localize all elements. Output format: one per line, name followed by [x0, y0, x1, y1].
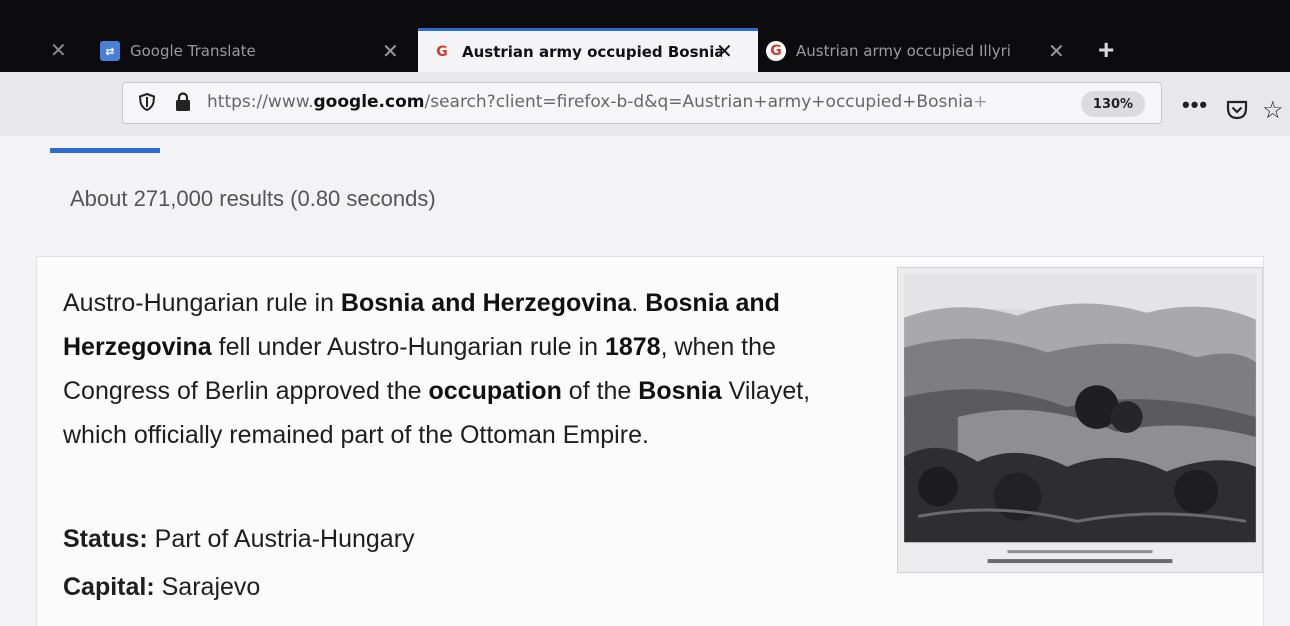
tab-title: Austrian army occupied Illyri: [796, 42, 1011, 60]
fact-capital: Capital: Sarajevo: [63, 563, 415, 611]
url-prefix: https://www.: [207, 92, 314, 112]
more-icon[interactable]: •••: [1182, 92, 1208, 118]
fact-value: Sarajevo: [154, 573, 261, 601]
close-icon[interactable]: ✕: [716, 41, 733, 61]
tab-strip: ✕ ⇄ Google Translate ✕ G Austrian army o…: [0, 0, 1290, 72]
shield-icon[interactable]: [139, 93, 155, 111]
url-path: /search?client=firefox-b-d&q=Austrian+ar…: [424, 92, 974, 112]
tab-austrian-army-bosnia[interactable]: G Austrian army occupied Bosnia ✕: [418, 28, 758, 72]
active-tab-indicator: [50, 148, 160, 153]
text-run-bold: 1878: [604, 333, 661, 361]
knowledge-panel-description: Austro-Hungarian rule in Bosnia and Herz…: [63, 281, 863, 457]
google-g-icon: G: [436, 43, 448, 60]
url-tail: +: [973, 92, 988, 112]
url-host: google.com: [313, 92, 425, 112]
text-run: Austro-Hungarian rule in: [63, 289, 341, 317]
close-icon[interactable]: ✕: [50, 38, 67, 63]
text-run-bold: Bosnia and Herzegovina: [340, 289, 632, 317]
nav-bar: https://www.google.com/search?client=fir…: [0, 72, 1290, 136]
text-run: fell under Austro-Hungarian rule in: [211, 333, 605, 361]
text-run: .: [631, 289, 639, 317]
star-icon[interactable]: ☆: [1262, 96, 1284, 125]
fact-label: Capital:: [63, 573, 155, 601]
text-run-bold: Bosnia: [638, 377, 722, 405]
tab-title: Austrian army occupied Bosnia: [462, 42, 722, 61]
lock-icon[interactable]: [175, 92, 191, 112]
zoom-level-button[interactable]: 130%: [1081, 91, 1145, 117]
tab-austrian-army-illyria[interactable]: G Austrian army occupied Illyri ✕: [762, 30, 1082, 72]
fact-status: Status: Part of Austria-Hungary: [63, 515, 415, 563]
result-stats: About 271,000 results (0.80 seconds): [70, 186, 436, 211]
google-translate-icon: ⇄: [100, 41, 120, 61]
tab-title: Google Translate: [130, 42, 256, 60]
pocket-icon[interactable]: [1226, 100, 1248, 120]
url-text[interactable]: https://www.google.com/search?client=fir…: [207, 92, 1067, 112]
search-results-page: About 271,000 results (0.80 seconds) Aus…: [0, 136, 1290, 626]
fact-label: Status:: [63, 525, 148, 553]
new-tab-button[interactable]: +: [1098, 34, 1114, 66]
google-g-icon: G: [766, 41, 786, 61]
tab-google-translate[interactable]: ⇄ Google Translate ✕: [100, 30, 400, 72]
text-run: of the: [561, 377, 639, 405]
close-icon[interactable]: ✕: [1048, 41, 1065, 61]
engraving-illustration: [898, 268, 1262, 572]
knowledge-panel-image[interactable]: [897, 267, 1263, 573]
address-bar[interactable]: https://www.google.com/search?client=fir…: [122, 82, 1162, 124]
knowledge-panel: Austro-Hungarian rule in Bosnia and Herz…: [36, 256, 1264, 626]
text-run-bold: occupation: [428, 377, 562, 405]
close-icon[interactable]: ✕: [382, 41, 399, 61]
knowledge-panel-facts: Status: Part of Austria-Hungary Capital:…: [63, 515, 415, 611]
fact-value: Part of Austria-Hungary: [147, 525, 415, 553]
